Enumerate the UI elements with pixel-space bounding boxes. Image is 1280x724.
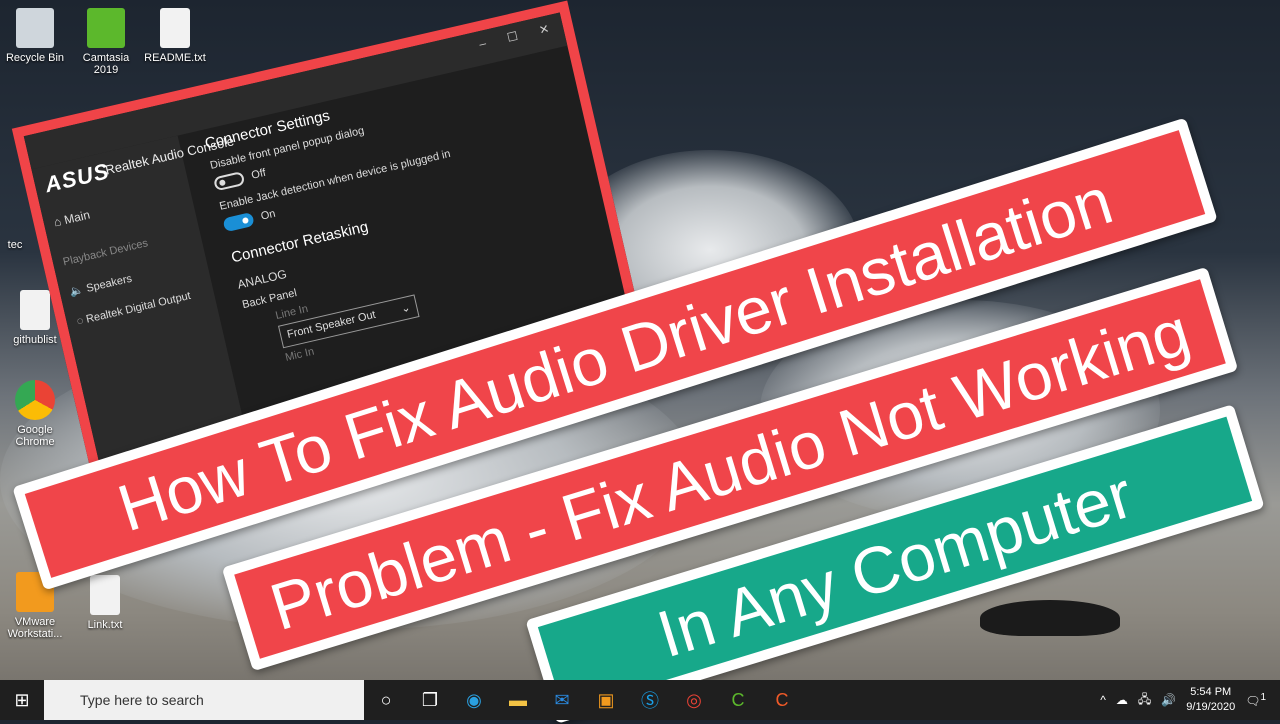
- desktop-icon-recycle-bin[interactable]: Recycle Bin: [0, 8, 70, 64]
- recycle-bin-icon: [16, 8, 54, 48]
- file-explorer-icon[interactable]: ▬: [496, 690, 540, 711]
- network-icon[interactable]: 🖧: [1138, 690, 1151, 711]
- search-box[interactable]: Type here to search: [44, 680, 364, 720]
- cortana-icon[interactable]: ○: [364, 690, 408, 711]
- notifications-icon[interactable]: 🗨1: [1245, 692, 1266, 708]
- chevron-down-icon: ⌄: [399, 301, 412, 316]
- vmware-taskbar-icon[interactable]: ▣: [584, 690, 628, 711]
- mail-icon[interactable]: ✉: [540, 690, 584, 711]
- line-in-label: Line In: [274, 302, 310, 323]
- camtasia-taskbar-icon[interactable]: C: [716, 690, 760, 711]
- desktop-icon-camtasia[interactable]: Camtasia 2019: [70, 8, 142, 76]
- task-view-icon[interactable]: ❐: [408, 690, 452, 711]
- chrome-taskbar-icon[interactable]: ◎: [672, 690, 716, 711]
- text-file-icon: [90, 575, 120, 615]
- clock[interactable]: 5:54 PM 9/19/2020: [1186, 685, 1235, 715]
- taskbar: ⊞ Type here to search ○ ❐ ◉ ▬ ✉ ▣ Ⓢ ◎ C …: [0, 680, 1280, 720]
- skype-icon[interactable]: Ⓢ: [628, 687, 672, 713]
- desktop-icon-readme[interactable]: README.txt: [140, 8, 210, 64]
- camtasia-recorder-icon[interactable]: C: [760, 690, 804, 711]
- minimize-button[interactable]: –: [478, 36, 489, 59]
- system-tray: ^ ☁ 🖧 🔊 5:54 PM 9/19/2020 🗨1: [1100, 685, 1280, 715]
- close-button[interactable]: ✕: [538, 21, 553, 45]
- shortcut-icon: [0, 225, 34, 235]
- sidebar-item-main[interactable]: ⌂ Main: [52, 187, 182, 230]
- desktop-icon-chrome[interactable]: Google Chrome: [0, 380, 70, 448]
- edge-icon[interactable]: ◉: [452, 690, 496, 711]
- chrome-icon: [15, 380, 55, 420]
- start-button[interactable]: ⊞: [0, 690, 44, 711]
- volume-icon[interactable]: 🔊: [1161, 693, 1176, 707]
- text-file-icon: [20, 290, 50, 330]
- desktop-icon-link[interactable]: Link.txt: [70, 575, 140, 631]
- maximize-button[interactable]: ☐: [506, 29, 521, 53]
- onedrive-icon[interactable]: ☁: [1116, 693, 1128, 707]
- chevron-up-icon[interactable]: ^: [1100, 693, 1106, 707]
- camtasia-icon: [87, 8, 125, 48]
- text-file-icon: [160, 8, 190, 48]
- rock: [980, 600, 1120, 636]
